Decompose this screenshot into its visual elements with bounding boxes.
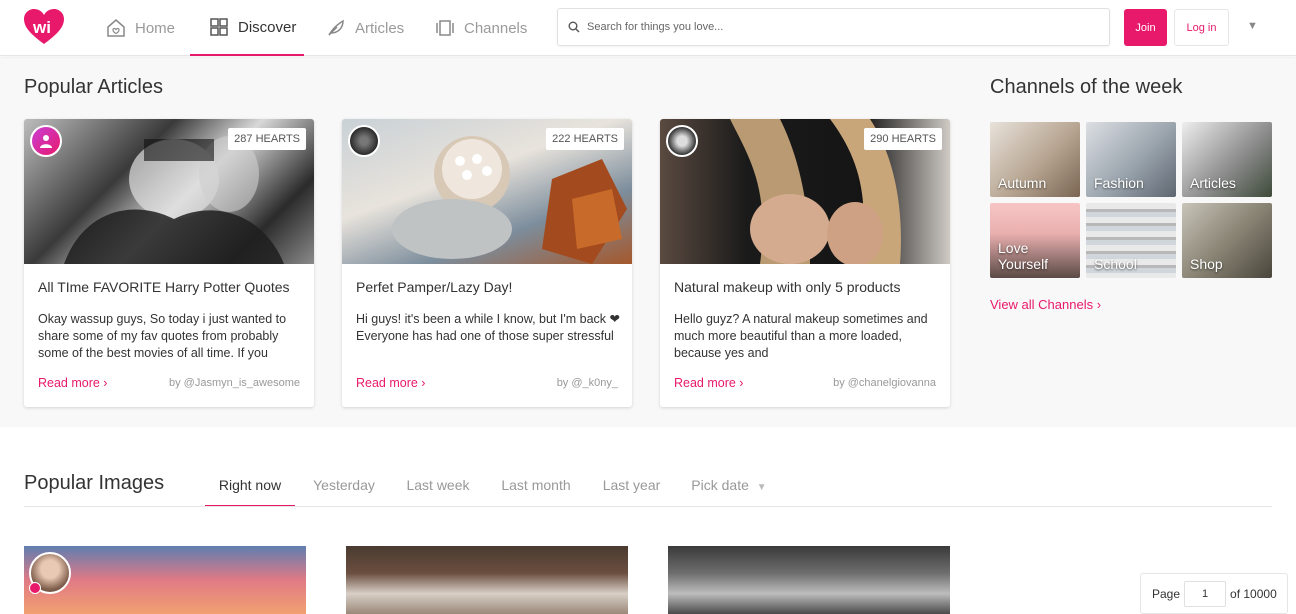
search-input[interactable] — [587, 21, 1087, 33]
article-card[interactable]: 290 HEARTS Natural makeup with only 5 pr… — [660, 119, 950, 407]
page-label: Page — [1152, 586, 1181, 601]
hearts-badge: 290 HEARTS — [864, 128, 942, 150]
channel-tile-love-yourself[interactable]: Love Yourself — [990, 203, 1080, 278]
channel-tile-fashion[interactable]: Fashion — [1086, 122, 1176, 197]
nav-tab-home[interactable]: Home — [106, 0, 175, 56]
divider — [24, 506, 1272, 507]
chevron-down-icon: ▼ — [756, 482, 767, 493]
article-excerpt: Hi guys! it's been a while I know, but I… — [356, 312, 620, 343]
channel-label: Shop — [1190, 256, 1223, 272]
channel-label: Fashion — [1094, 175, 1144, 191]
channels-icon — [436, 20, 454, 36]
channel-label: Love Yourself — [998, 240, 1049, 272]
tab-last-year[interactable]: Last year — [594, 464, 669, 507]
article-title[interactable]: Natural makeup with only 5 products — [674, 279, 936, 295]
article-author[interactable]: by @_k0ny_ — [557, 377, 618, 389]
home-icon — [107, 19, 125, 37]
article-title[interactable]: All TIme FAVORITE Harry Potter Quotes — [38, 279, 300, 295]
page-total: of 10000 — [1230, 586, 1277, 601]
nav-tab-articles[interactable]: Articles — [326, 0, 404, 56]
article-author[interactable]: by @chanelgiovanna — [833, 377, 936, 389]
chevron-down-icon[interactable]: ▼ — [1247, 20, 1258, 32]
hearts-badge: 222 HEARTS — [546, 128, 624, 150]
channel-label: School — [1094, 256, 1137, 272]
nav-tab-label: Articles — [355, 19, 405, 37]
article-card[interactable]: 287 HEARTS All TIme FAVORITE Harry Potte… — [24, 119, 314, 407]
image-thumbnail[interactable] — [668, 546, 950, 614]
tab-yesterday[interactable]: Yesterday — [304, 464, 384, 507]
pick-date-label: Pick date — [691, 477, 749, 493]
grid-icon — [210, 18, 228, 36]
join-button[interactable]: Join — [1124, 9, 1167, 46]
image-thumbnail[interactable] — [346, 546, 628, 614]
avatar[interactable] — [30, 125, 62, 157]
hearts-badge: 287 HEARTS — [228, 128, 306, 150]
read-more-link[interactable]: Read more › — [356, 376, 425, 390]
feather-icon — [328, 19, 344, 36]
article-author[interactable]: by @Jasmyn_is_awesome — [169, 377, 300, 389]
search-icon — [568, 21, 580, 33]
channel-tile-autumn[interactable]: Autumn — [990, 122, 1080, 197]
svg-text:wi: wi — [32, 18, 51, 37]
read-more-link[interactable]: Read more › — [38, 376, 107, 390]
channel-tile-articles[interactable]: Articles — [1182, 122, 1272, 197]
nav-tab-discover[interactable]: Discover — [190, 0, 304, 56]
pencil-icon — [29, 582, 41, 594]
channel-label: Articles — [1190, 175, 1236, 191]
popular-articles-heading: Popular Articles — [24, 76, 163, 98]
tab-last-month[interactable]: Last month — [492, 464, 580, 507]
search-bar[interactable] — [557, 8, 1110, 46]
nav-tab-label: Home — [135, 19, 176, 37]
article-excerpt: Okay wassup guys, So today i just wanted… — [38, 312, 287, 360]
nav-tab-label: Channels — [464, 19, 528, 37]
channel-label: Autumn — [998, 175, 1047, 191]
page-number-input[interactable]: 1 — [1184, 580, 1227, 607]
article-card[interactable]: 222 HEARTS Perfet Pamper/Lazy Day! Hi gu… — [342, 119, 632, 407]
avatar[interactable] — [666, 125, 698, 157]
article-title[interactable]: Perfet Pamper/Lazy Day! — [356, 279, 618, 295]
popular-images-heading: Popular Images — [24, 472, 165, 494]
article-excerpt: Hello guyz? A natural makeup sometimes a… — [674, 312, 928, 360]
tab-right-now[interactable]: Right now — [205, 464, 295, 507]
user-icon — [40, 135, 52, 148]
tab-last-week[interactable]: Last week — [398, 464, 478, 507]
tab-pick-date[interactable]: Pick date ▼ — [684, 464, 774, 507]
nav-tab-channels[interactable]: Channels — [435, 0, 527, 56]
channel-tile-school[interactable]: School — [1086, 203, 1176, 278]
top-nav: wi Home Discover Articles Channels Join … — [0, 0, 1296, 56]
read-more-link[interactable]: Read more › — [674, 376, 743, 390]
image-thumbnail[interactable] — [24, 546, 306, 614]
nav-tab-label: Discover — [238, 18, 297, 36]
channels-heading: Channels of the week — [990, 76, 1183, 98]
avatar[interactable] — [348, 125, 380, 157]
view-all-channels-link[interactable]: View all Channels › — [990, 297, 1101, 312]
weheartit-logo[interactable]: wi — [24, 9, 64, 45]
pagination: Page 1 of 10000 — [1140, 573, 1288, 614]
login-button[interactable]: Log in — [1174, 9, 1229, 46]
channel-tile-shop[interactable]: Shop — [1182, 203, 1272, 278]
